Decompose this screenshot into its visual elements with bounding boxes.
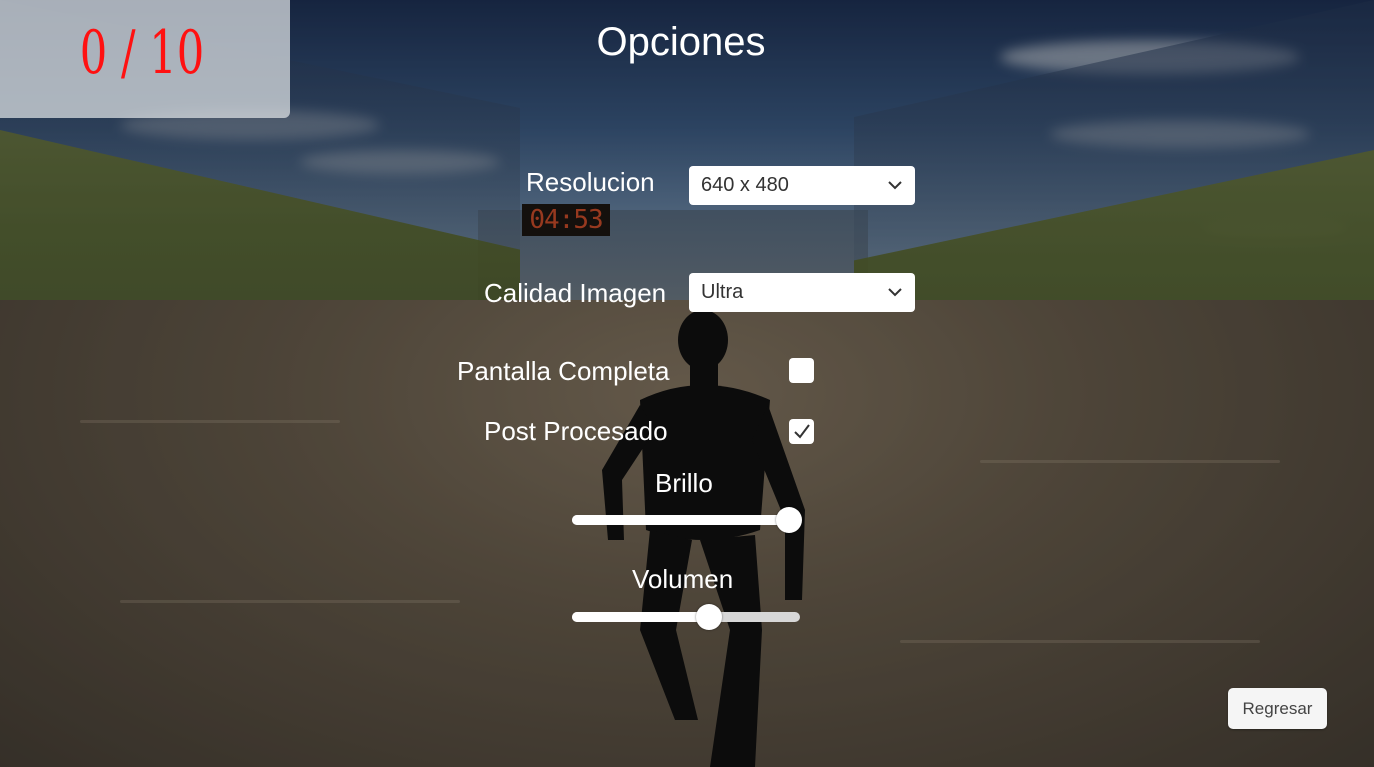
slider-fill xyxy=(572,612,709,622)
brightness-slider[interactable] xyxy=(572,505,802,535)
back-button[interactable]: Regresar xyxy=(1228,688,1327,729)
checkmark-icon xyxy=(794,424,810,439)
volume-label: Volumen xyxy=(632,564,734,594)
quality-label: Calidad Imagen xyxy=(484,278,667,308)
resolution-dropdown[interactable]: 640 x 480 xyxy=(689,166,915,205)
slider-track xyxy=(572,612,800,622)
slider-track xyxy=(572,515,800,525)
resolution-value: 640 x 480 xyxy=(701,174,789,196)
fullscreen-checkbox[interactable] xyxy=(789,358,814,383)
chevron-down-icon xyxy=(888,181,902,190)
slider-handle[interactable] xyxy=(695,604,722,630)
quality-dropdown[interactable]: Ultra xyxy=(689,273,915,312)
resolution-label: Resolucion xyxy=(526,167,655,197)
volume-slider[interactable] xyxy=(572,602,800,632)
postprocess-label: Post Procesado xyxy=(484,416,668,446)
fullscreen-label: Pantalla Completa xyxy=(457,356,670,386)
slider-handle[interactable] xyxy=(775,507,802,533)
postprocess-checkbox[interactable] xyxy=(789,419,814,444)
brightness-label: Brillo xyxy=(655,468,713,498)
chevron-down-icon xyxy=(888,288,902,297)
slider-fill xyxy=(572,515,789,525)
quality-value: Ultra xyxy=(701,281,744,303)
options-title: Opciones xyxy=(596,20,766,64)
